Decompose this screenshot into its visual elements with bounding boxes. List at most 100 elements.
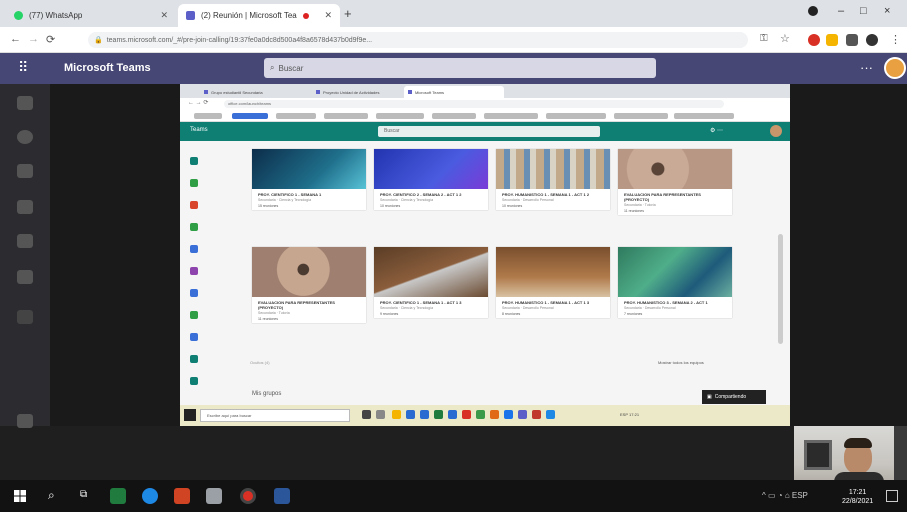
avatar[interactable]: [884, 57, 906, 79]
menu-icon[interactable]: ⋮: [890, 33, 901, 46]
team-card: PROY. CIENTIFICO 1 - SEMANA 1 - ACT 1 3 …: [374, 247, 488, 318]
star-icon[interactable]: ☆: [780, 32, 790, 45]
card-status: 15 reuniones: [258, 204, 279, 208]
app-icon[interactable]: [206, 488, 222, 504]
apps-icon[interactable]: [17, 414, 33, 428]
more-apps-icon[interactable]: [17, 310, 33, 324]
hidden-teams-label: Ocultos (4): [250, 360, 270, 365]
extension-opera-icon[interactable]: [808, 34, 820, 46]
team-card: PROY. HUMANISTICO 1 - SEMANA 1 - ACT 1 3…: [496, 247, 610, 318]
bookmark: [324, 113, 368, 119]
powerpoint-icon[interactable]: [174, 488, 190, 504]
app-launcher-icon[interactable]: ⠿: [18, 59, 28, 76]
reload-icon[interactable]: ⟳: [46, 33, 55, 46]
team-card: EVALUACION PARA REPRESENTANTES (PROYECTO…: [618, 149, 732, 215]
settings-icon: ⚙ ⋯: [710, 128, 724, 134]
tab-label: (2) Reunión | Microsoft Tea: [201, 11, 297, 20]
more-options-button[interactable]: ···: [860, 60, 873, 75]
bookmarks-bar: [180, 110, 790, 122]
teams-icon: [186, 11, 195, 20]
teams-header: ⠿ Microsoft Teams ⌕ Buscar ···: [0, 53, 907, 84]
close-window-button[interactable]: ×: [884, 5, 890, 17]
avatar: [770, 125, 782, 137]
search-icon[interactable]: ⌕: [48, 488, 55, 503]
back-icon[interactable]: ←: [10, 33, 21, 45]
minimize-button[interactable]: –: [838, 5, 844, 17]
url-text: teams.microsoft.com/_#/pre-join-calling/…: [106, 36, 373, 44]
shared-tab-1: Grupo estudiantil Secundaria: [200, 86, 310, 98]
bookmark: [546, 113, 606, 119]
url-field[interactable]: 🔒 teams.microsoft.com/_#/pre-join-callin…: [88, 32, 748, 48]
system-tray[interactable]: ^ ▭ ◔ ⌂ ESP: [762, 491, 808, 500]
assignments-icon[interactable]: [17, 200, 33, 214]
windows-start-icon: [184, 409, 196, 421]
tab-icon: [204, 90, 208, 94]
taskview-icon: [362, 410, 371, 419]
card-image: [252, 247, 366, 297]
extensions-puzzle-icon[interactable]: [846, 34, 858, 46]
bookmark: [194, 113, 222, 119]
chrome-icon: [504, 410, 513, 419]
shared-tray: ESP 17:21: [620, 412, 640, 417]
activity-icon[interactable]: [17, 96, 33, 110]
card-title: PROY. HUMANISTICO 1 - SEMANA 1 - ACT 1 2: [502, 192, 590, 197]
section-title: Mis grupos: [252, 391, 282, 397]
input-language[interactable]: ESP: [792, 491, 808, 500]
presenting-indicator: ▣ Compartiendo: [702, 390, 766, 404]
card-title: PROY. CIENTIFICO 1 - SEMANA 1: [258, 192, 322, 197]
profile-icon[interactable]: [808, 6, 818, 16]
card-title: EVALUACION PARA REPRESENTANTES (PROYECTO…: [624, 192, 701, 202]
calendar-icon[interactable]: [17, 234, 33, 248]
app-icon: [376, 410, 385, 419]
edge-icon[interactable]: [142, 488, 158, 504]
app-icon: [406, 410, 415, 419]
card-title: PROY. HUMANISTICO 1 - SEMANA 1 - ACT 1 3: [502, 300, 590, 305]
notification-icon[interactable]: [886, 490, 898, 502]
forward-icon[interactable]: →: [28, 33, 39, 45]
search-input[interactable]: ⌕ Buscar: [264, 58, 656, 78]
extension-icon[interactable]: [826, 34, 838, 46]
team-icon: [190, 201, 198, 209]
taskview-icon[interactable]: ⧉: [80, 489, 87, 500]
close-icon[interactable]: ✕: [324, 10, 332, 21]
card-status: 11 reuniones: [624, 209, 644, 213]
close-icon[interactable]: ✕: [160, 10, 168, 21]
clock-date: 22/8/2021: [842, 498, 874, 505]
new-tab-button[interactable]: +: [344, 6, 352, 21]
calls-icon[interactable]: [17, 270, 33, 284]
excel-icon[interactable]: [110, 488, 126, 504]
clock[interactable]: 17:21 22/8/2021: [842, 488, 873, 506]
team-card: EVALUACION PARA REPRESENTANTES (PROYECTO…: [252, 247, 366, 323]
app-icon: [462, 410, 471, 419]
card-image: [252, 149, 366, 189]
word-icon: [448, 410, 457, 419]
bookmark: [376, 113, 424, 119]
team-card: PROY. CIENTIFICO 2 - SEMANA 2 - ACT 1 2 …: [374, 149, 488, 210]
maximize-button[interactable]: □: [860, 5, 867, 17]
word-icon[interactable]: [274, 488, 290, 504]
card-status: 11 reuniones: [258, 317, 278, 321]
key-icon[interactable]: ⚿: [760, 33, 768, 44]
chat-icon[interactable]: [17, 130, 33, 144]
wall-frame: [804, 440, 832, 470]
scrollbar: [778, 234, 783, 344]
app-icon: [532, 410, 541, 419]
tab-icon: [408, 90, 412, 94]
tab-icon: [316, 90, 320, 94]
screen-share-icon: ▣: [707, 394, 712, 400]
app-title: Microsoft Teams: [64, 62, 151, 74]
show-all-teams-link: Mostrar todos los equipos: [658, 360, 704, 365]
tab-label: (77) WhatsApp: [29, 11, 83, 20]
team-icon: [190, 377, 198, 385]
taskbar-search: Escribe aquí para buscar: [200, 409, 350, 422]
tab-teams-meeting[interactable]: (2) Reunión | Microsoft Tea ✕: [178, 4, 340, 27]
profile-avatar-icon[interactable]: [866, 34, 878, 46]
tab-whatsapp[interactable]: (77) WhatsApp ✕: [6, 4, 176, 27]
card-image: [496, 149, 610, 189]
team-icon: [190, 289, 198, 297]
chrome-icon[interactable]: [240, 488, 256, 504]
browser-tab-bar: (77) WhatsApp ✕ (2) Reunión | Microsoft …: [0, 0, 907, 27]
card-title: PROY. HUMANISTICO 3 - SEMANA 2 - ACT 1: [624, 300, 708, 305]
teams-icon[interactable]: [17, 164, 33, 178]
windows-start-icon[interactable]: [14, 490, 26, 502]
